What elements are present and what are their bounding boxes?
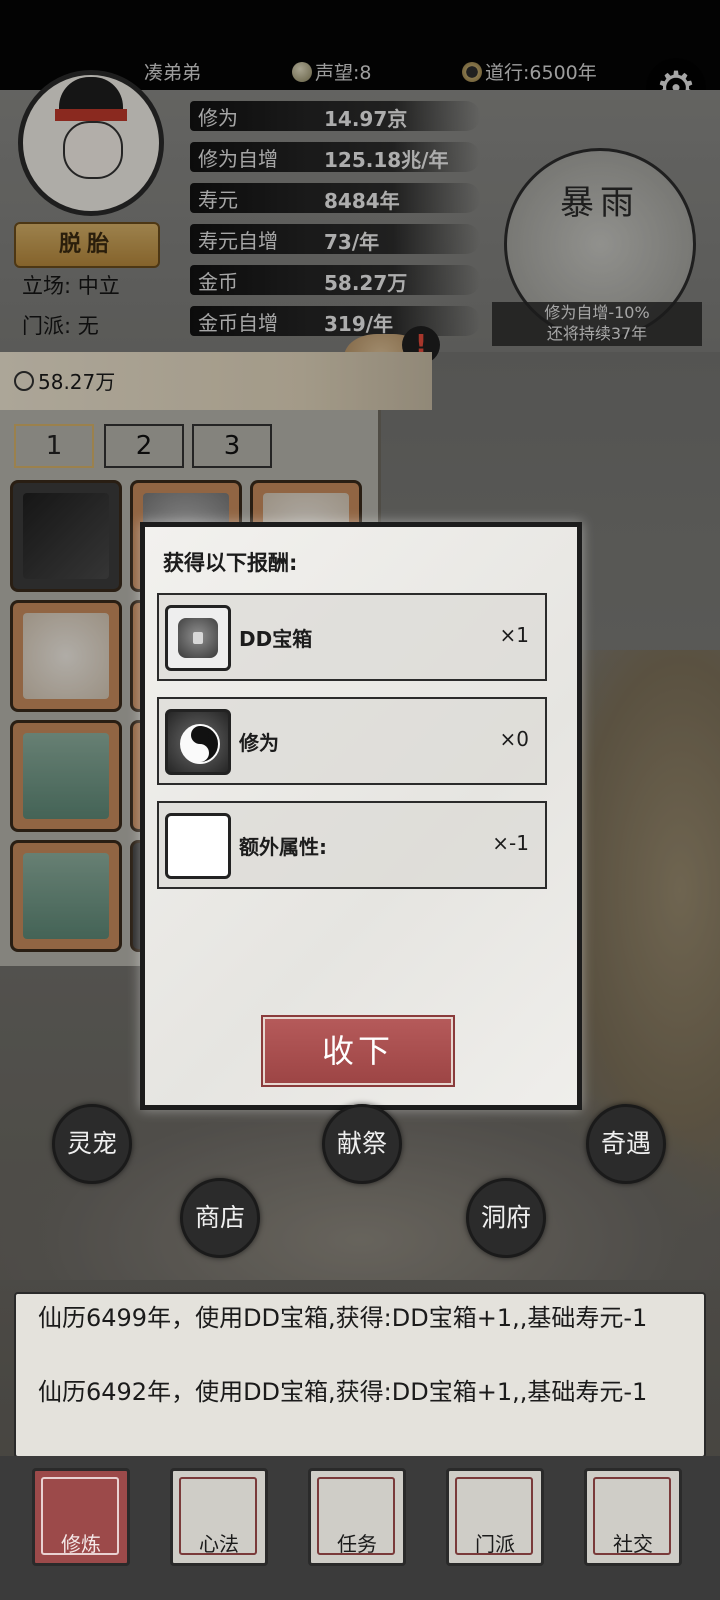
reward-name: 额外属性: [239,835,327,859]
inventory-tab-3[interactable]: 3 [192,424,272,468]
weather-effect-line: 修为自增-10% [544,303,650,322]
stat-row-gold: 金币 58.27万 [190,262,520,298]
reward-row: DD宝箱 ×1 [157,593,547,681]
stat-value: 8484年 [324,189,400,213]
scroll-icon [23,853,109,939]
inventory-slot[interactable] [10,840,122,952]
reward-row: 修为 ×0 [157,697,547,785]
reward-count: ×1 [499,623,529,647]
stat-label: 修为自增 [198,147,278,171]
stat-row-cultivation: 修为 14.97京 [190,98,520,134]
stat-value: 58.27万 [324,271,408,295]
reward-name: DD宝箱 [239,627,313,651]
stat-row-lifespan: 寿元 8484年 [190,180,520,216]
prestige-text: 声望:8 [315,62,372,84]
reward-count: ×-1 [492,831,529,855]
avatar[interactable] [18,70,164,216]
player-name: 凑弟弟 [144,62,202,84]
nav-sect[interactable]: 门派 [446,1468,544,1566]
event-log[interactable]: 仙历6499年，使用DD宝箱,获得:DD宝箱+1,,基础寿元-1 仙历6492年… [14,1292,706,1458]
weather-name: 暴雨 [560,183,640,223]
realm-badge: 脱胎 [14,222,160,268]
nav-label: 任务 [337,1532,377,1556]
log-entry: 仙历6492年，使用DD宝箱,获得:DD宝箱+1,,基础寿元-1 [38,1378,648,1406]
gold-value: 58.27万 [14,366,115,395]
yin-yang-glyph [180,724,220,764]
stance-label: 立场: 中立 [22,274,120,298]
inventory-slot[interactable] [10,480,122,592]
nav-label: 心法 [199,1532,239,1556]
inventory-tab-2[interactable]: 2 [104,424,184,468]
shop-button[interactable]: 商店 [180,1178,260,1258]
encounter-button[interactable]: 奇遇 [586,1104,666,1184]
nav-label: 门派 [475,1532,515,1556]
map-icon [23,613,109,699]
headband-graphic [55,109,127,121]
spirit-pet-button[interactable]: 灵宠 [52,1104,132,1184]
chest-glyph [178,618,218,658]
inventory-tab-1[interactable]: 1 [14,424,94,468]
nav-mental-method[interactable]: 心法 [170,1468,268,1566]
scroll-icon [23,733,109,819]
accept-button[interactable]: 收下 [263,1017,453,1085]
blank-icon [165,813,231,879]
nav-social[interactable]: 社交 [584,1468,682,1566]
dialog-title: 获得以下报酬: [163,551,298,575]
stat-label: 寿元自增 [198,229,278,253]
stat-value: 319/年 [324,312,394,336]
inventory-slot[interactable] [10,720,122,832]
coin-icon [14,371,34,391]
stat-row-gold-growth: 金币自增 319/年 [190,303,520,339]
stat-value: 14.97京 [324,107,408,131]
weather-effect: 修为自增-10% 还将持续37年 [492,302,702,346]
cave-button[interactable]: 洞府 [466,1178,546,1258]
nav-task[interactable]: 任务 [308,1468,406,1566]
stat-row-cultivation-growth: 修为自增 125.18兆/年 [190,139,520,175]
stat-label: 寿元 [198,188,238,212]
nav-label: 修炼 [61,1532,101,1556]
stat-label: 修为 [198,106,238,130]
reward-count: ×0 [499,727,529,751]
stat-value: 73/年 [324,230,380,254]
log-entry: 仙历6499年，使用DD宝箱,获得:DD宝箱+1,,基础寿元-1 [38,1304,648,1332]
nav-label: 社交 [613,1532,653,1556]
yin-yang-icon [165,709,231,775]
reward-dialog: 获得以下报酬: DD宝箱 ×1 修为 ×0 额外属性: ×-1 收下 [140,522,582,1110]
prestige-stat: 声望:8 [292,58,372,85]
inventory-slot[interactable] [10,600,122,712]
stat-label: 金币 [198,270,238,294]
sacrifice-button[interactable]: 献祭 [322,1104,402,1184]
stat-row-lifespan-growth: 寿元自增 73/年 [190,221,520,257]
book-icon [23,493,109,579]
taiji-icon [462,62,482,82]
gold-text: 58.27万 [38,370,116,394]
daoxing-stat: 道行:6500年 [462,58,597,85]
face-graphic [63,121,123,179]
treasure-chest-icon [165,605,231,671]
stat-label: 金币自增 [198,311,278,335]
reward-name: 修为 [239,731,279,755]
stat-value: 125.18兆/年 [324,148,449,172]
nav-cultivate[interactable]: 修炼 [32,1468,130,1566]
daoxing-text: 道行:6500年 [485,62,597,84]
weather-duration-line: 还将持续37年 [546,324,648,343]
sect-label: 门派: 无 [22,314,99,338]
reward-row: 额外属性: ×-1 [157,801,547,889]
prestige-coin-icon [292,62,312,82]
